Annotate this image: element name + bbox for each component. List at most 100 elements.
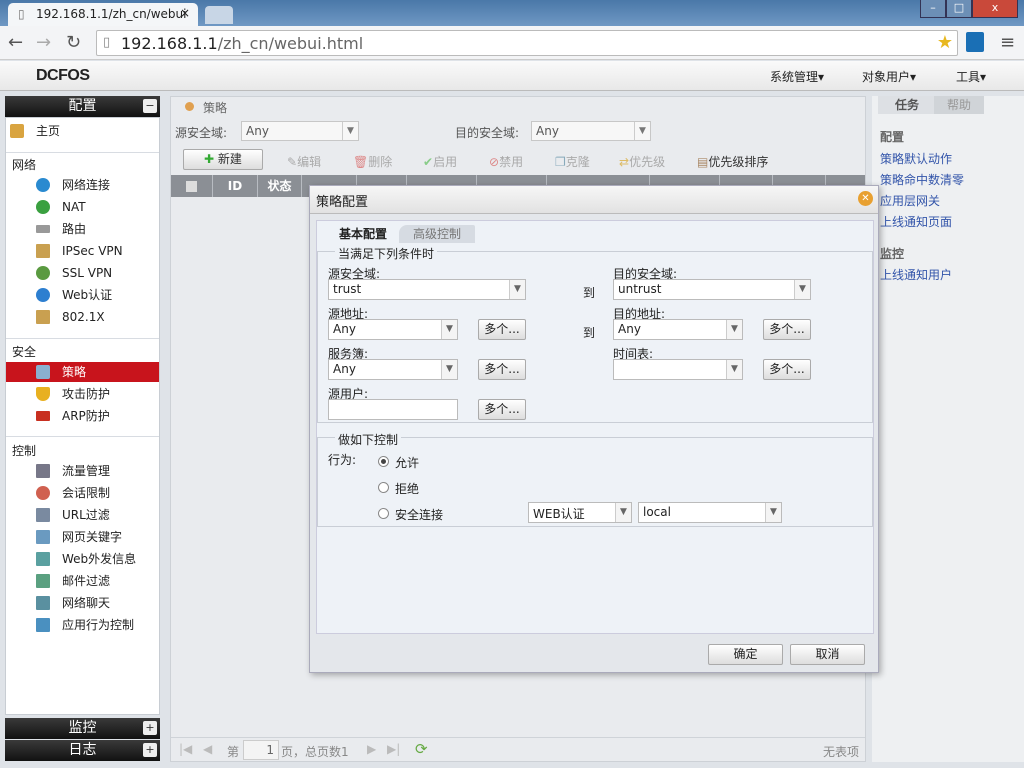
sidebar-log-header[interactable]: 日志 + xyxy=(5,740,160,761)
src-zone-filter-select[interactable]: Any ▼ xyxy=(241,121,359,141)
sidebar-item-ipsec-vpn[interactable]: IPSec VPN xyxy=(6,241,159,261)
ok-button[interactable]: 确定 xyxy=(708,644,783,665)
menu-tools[interactable]: 工具▾ xyxy=(956,68,986,85)
tab-advanced[interactable]: 高级控制 xyxy=(399,225,475,243)
secure-type-select[interactable]: WEB认证 ▼ xyxy=(528,502,632,523)
sidebar: 主页 网络 网络连接 NAT 路由 IPSec VPN SSL VPN Web认… xyxy=(5,117,160,715)
expand-icon[interactable]: + xyxy=(143,721,157,735)
sidebar-item-web-post[interactable]: Web外发信息 xyxy=(6,549,159,569)
column-status[interactable]: 状态 xyxy=(258,175,302,197)
schedule-multi-button[interactable]: 多个... xyxy=(763,359,811,380)
menu-object-user[interactable]: 对象用户▾ xyxy=(862,68,916,85)
radio-secure-label[interactable]: 安全连接 xyxy=(395,506,443,523)
first-page-icon[interactable]: |◀ xyxy=(179,742,192,756)
sidebar-config-header[interactable]: 配置 − xyxy=(5,96,160,117)
sidebar-log-title: 日志 xyxy=(68,742,97,758)
sidebar-item-8021x[interactable]: 802.1X xyxy=(6,307,159,327)
sidebar-item-traffic[interactable]: 流量管理 xyxy=(6,461,159,481)
menu-system-management[interactable]: 系统管理▾ xyxy=(770,68,824,85)
close-icon[interactable]: ✕ xyxy=(858,191,873,206)
sidebar-item-arp-defense[interactable]: ARP防护 xyxy=(6,406,159,426)
new-button[interactable]: ✚ 新建 xyxy=(183,149,263,170)
browser-tab[interactable]: ▯ 192.168.1.1/zh_cn/webui × xyxy=(8,3,198,26)
sidebar-item-policy[interactable]: 策略 xyxy=(6,362,159,382)
tab-basic[interactable]: 基本配置 xyxy=(325,225,401,243)
delete-button[interactable]: 🗑删除 xyxy=(353,153,392,170)
sidebar-monitor-header[interactable]: 监控 + xyxy=(5,718,160,739)
link-notify-page[interactable]: 上线通知页面 xyxy=(880,213,952,230)
sidebar-item-url-filter[interactable]: URL过滤 xyxy=(6,505,159,525)
radio-secure[interactable] xyxy=(378,508,389,519)
tab-close-button[interactable]: × xyxy=(180,6,190,20)
next-page-icon[interactable]: ▶ xyxy=(367,742,376,756)
prev-page-icon[interactable]: ◀ xyxy=(203,742,212,756)
link-alg[interactable]: 应用层网关 xyxy=(880,192,940,209)
link-default-action[interactable]: 策略默认动作 xyxy=(880,150,952,167)
sidebar-item-session-limit[interactable]: 会话限制 xyxy=(6,483,159,503)
close-window-button[interactable]: x xyxy=(972,0,1018,18)
sidebar-item-nat[interactable]: NAT xyxy=(6,197,159,217)
refresh-icon[interactable]: ⟳ xyxy=(415,740,428,758)
extension-icon[interactable] xyxy=(966,32,984,52)
service-select[interactable]: Any ▼ xyxy=(328,359,458,380)
address-bar[interactable]: ▯ 192.168.1.1/zh_cn/webui.html ★ xyxy=(96,30,958,56)
radio-allow[interactable] xyxy=(378,456,389,467)
page-input[interactable]: 1 xyxy=(243,740,279,760)
radio-deny[interactable] xyxy=(378,482,389,493)
sidebar-item-route[interactable]: 路由 xyxy=(6,219,159,239)
column-id[interactable]: ID xyxy=(213,175,258,197)
select-all-checkbox[interactable] xyxy=(171,175,213,197)
forward-icon[interactable]: → xyxy=(36,32,51,53)
collapse-icon[interactable]: − xyxy=(143,99,157,113)
sidebar-item-app-control[interactable]: 应用行为控制 xyxy=(6,615,159,635)
src-addr-select[interactable]: Any ▼ xyxy=(328,319,458,340)
sidebar-item-web-auth[interactable]: Web认证 xyxy=(6,285,159,305)
back-icon[interactable]: ← xyxy=(8,32,23,53)
tab-tasks[interactable]: 任务 xyxy=(878,96,936,114)
link-notify-users[interactable]: 上线通知用户 xyxy=(880,266,952,283)
clone-button[interactable]: ❐克隆 xyxy=(555,153,590,170)
disable-button[interactable]: ⊘禁用 xyxy=(489,153,523,170)
radio-deny-label[interactable]: 拒绝 xyxy=(395,480,419,497)
sidebar-item-attack-defense[interactable]: 攻击防护 xyxy=(6,384,159,404)
radio-allow-label[interactable]: 允许 xyxy=(395,454,419,471)
edit-button[interactable]: ✎编辑 xyxy=(287,153,321,170)
tab-help[interactable]: 帮助 xyxy=(934,96,984,114)
src-user-input[interactable] xyxy=(328,399,458,420)
last-page-icon[interactable]: ▶| xyxy=(387,742,400,756)
dst-zone-select[interactable]: untrust ▼ xyxy=(613,279,811,300)
dst-addr-multi-button[interactable]: 多个... xyxy=(763,319,811,340)
priority-icon: ⇄ xyxy=(619,155,630,169)
sidebar-item-keyword[interactable]: 网页关键字 xyxy=(6,527,159,547)
dst-addr-select[interactable]: Any ▼ xyxy=(613,319,743,340)
sidebar-item-home[interactable]: 主页 xyxy=(6,121,159,141)
schedule-select[interactable]: ▼ xyxy=(613,359,743,380)
link-clear-hits[interactable]: 策略命中数清零 xyxy=(880,171,964,188)
maximize-button[interactable]: □ xyxy=(946,0,972,18)
bookmark-star-icon[interactable]: ★ xyxy=(937,32,953,53)
expand-icon[interactable]: + xyxy=(143,743,157,757)
clone-icon: ❐ xyxy=(555,155,566,169)
sidebar-item-network-connection[interactable]: 网络连接 xyxy=(6,175,159,195)
src-user-multi-button[interactable]: 多个... xyxy=(478,399,526,420)
priority-button[interactable]: ⇄优先级 xyxy=(619,153,665,170)
sidebar-item-ssl-vpn[interactable]: SSL VPN xyxy=(6,263,159,283)
menu-icon[interactable]: ≡ xyxy=(1000,32,1015,53)
enable-button[interactable]: ✔启用 xyxy=(423,153,457,170)
src-addr-multi-button[interactable]: 多个... xyxy=(478,319,526,340)
secure-target-select[interactable]: local ▼ xyxy=(638,502,782,523)
priority-sort-button[interactable]: ▤优先级排序 xyxy=(697,153,768,170)
chevron-down-icon: ▼ xyxy=(342,122,358,140)
select-value: Any xyxy=(618,322,641,336)
ie-icon xyxy=(36,288,50,302)
reload-icon[interactable]: ↻ xyxy=(66,32,81,53)
new-tab-button[interactable] xyxy=(205,6,233,24)
service-multi-button[interactable]: 多个... xyxy=(478,359,526,380)
breadcrumb: 策略 xyxy=(203,101,228,115)
sidebar-item-mail-filter[interactable]: 邮件过滤 xyxy=(6,571,159,591)
dst-zone-filter-select[interactable]: Any ▼ xyxy=(531,121,651,141)
cancel-button[interactable]: 取消 xyxy=(790,644,865,665)
src-zone-select[interactable]: trust ▼ xyxy=(328,279,526,300)
sidebar-item-chat[interactable]: 网络聊天 xyxy=(6,593,159,613)
minimize-button[interactable]: – xyxy=(920,0,946,18)
